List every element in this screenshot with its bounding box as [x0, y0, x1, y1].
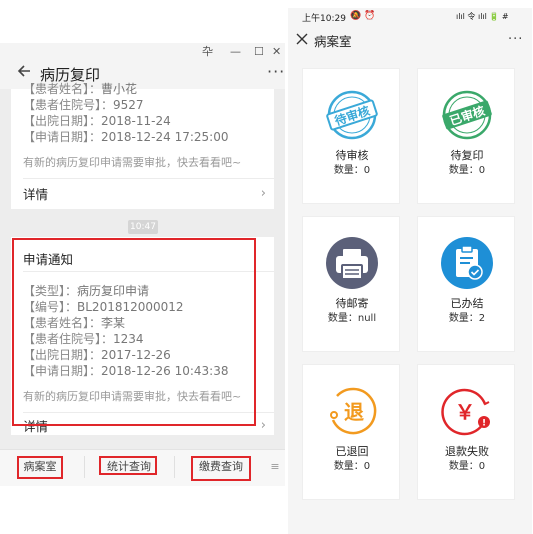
- bottom-menu-bar: 病案室 统计查询 缴费查询 ≡: [0, 449, 285, 486]
- card-line: 【申请日期】：2018-12-24 17:25:00: [23, 130, 229, 144]
- message-time: 10:47: [128, 220, 158, 234]
- message-card: 【患者姓名】：曹小花 【患者住院号】：9527 【出院日期】：2018-11-2…: [11, 82, 274, 209]
- tile-pending-copy[interactable]: 已审核 待复印 数量：0: [417, 68, 515, 204]
- tile-count: 数量：0: [448, 461, 486, 472]
- highlight-box: [12, 238, 256, 426]
- card-line: 【患者住院号】：9527: [23, 98, 144, 112]
- tile-count: 数量：null: [327, 313, 377, 324]
- card-line: 【患者姓名】：曹小花: [23, 82, 138, 96]
- pending-review-stamp-icon: 待审核: [326, 90, 378, 140]
- reviewed-stamp-icon: 已审核: [442, 90, 492, 140]
- divider: [23, 178, 274, 179]
- chevron-right-icon: ›: [260, 186, 266, 201]
- more-icon[interactable]: ···: [267, 62, 285, 82]
- minimize-button[interactable]: —: [230, 44, 241, 60]
- card-hint: 有新的病历复印申请需要审批，快去看看吧~: [23, 156, 242, 169]
- phone-screen: 上午10:29 🔕 ⏰ ılıl 令 ılıl 🔋 # 病案室 ··· 待审核 …: [288, 8, 532, 534]
- divider: [84, 456, 85, 478]
- tile-name: 已退回: [335, 445, 369, 458]
- keyboard-icon[interactable]: ≡: [266, 458, 284, 476]
- chevron-right-icon: ›: [260, 418, 266, 433]
- tile-pending-review[interactable]: 待审核 待审核 数量：0: [302, 68, 400, 204]
- maximize-button[interactable]: ☐: [254, 44, 264, 60]
- tile-completed[interactable]: 已办结 数量：2: [417, 216, 515, 352]
- tile-name: 待邮寄: [335, 297, 369, 310]
- card-line: 【出院日期】：2018-11-24: [23, 114, 171, 128]
- tile-pending-mail[interactable]: 待邮寄 数量：null: [302, 216, 400, 352]
- page-header: 病案室 ···: [288, 26, 532, 58]
- more-icon[interactable]: ···: [508, 31, 523, 49]
- close-icon[interactable]: [296, 32, 308, 50]
- stamp-text: ￥: [455, 400, 475, 424]
- tile-name: 待审核: [335, 149, 369, 162]
- refund-failed-icon: ￥ !: [441, 388, 490, 436]
- tile-count: 数量：0: [448, 165, 486, 176]
- window-titlebar: 卆 — ☐ ✕: [0, 43, 285, 61]
- tile-count: 数量：0: [333, 165, 371, 176]
- tile-count: 数量：2: [448, 313, 486, 324]
- tile-name: 已办结: [450, 297, 484, 310]
- highlight-box: [99, 456, 157, 475]
- pin-button[interactable]: 卆: [202, 44, 213, 60]
- tile-returned[interactable]: 退 已退回 数量：0: [302, 364, 400, 500]
- stamp-text: 退: [344, 400, 364, 424]
- svg-text:!: !: [482, 419, 486, 429]
- tile-name: 退款失败: [445, 445, 489, 458]
- divider: [174, 456, 175, 478]
- clipboard-check-icon: [441, 237, 493, 289]
- status-time: 上午10:29: [302, 14, 346, 24]
- page-title: 病案室: [314, 34, 352, 49]
- status-indicator-icons: 🔕 ⏰: [350, 11, 376, 21]
- left-chat-window: 卆 — ☐ ✕ 病历复印 ··· 【患者姓名】：曹小花 【患者住院号】：9527…: [0, 0, 285, 534]
- tile-count: 数量：0: [333, 461, 371, 472]
- highlight-box: [191, 456, 251, 481]
- return-icon: 退: [330, 387, 377, 435]
- tile-refund-failed[interactable]: ￥ ! 退款失败 数量：0: [417, 364, 515, 500]
- status-bar: 上午10:29 🔕 ⏰ ılıl 令 ılıl 🔋 #: [288, 8, 532, 26]
- close-window-button[interactable]: ✕: [272, 44, 281, 60]
- tile-name: 待复印: [450, 149, 484, 162]
- detail-link[interactable]: 详情: [23, 186, 48, 204]
- highlight-box: [17, 456, 63, 479]
- signal-battery-icons: ılıl 令 ılıl 🔋 #: [456, 12, 509, 21]
- printer-icon: [326, 237, 378, 289]
